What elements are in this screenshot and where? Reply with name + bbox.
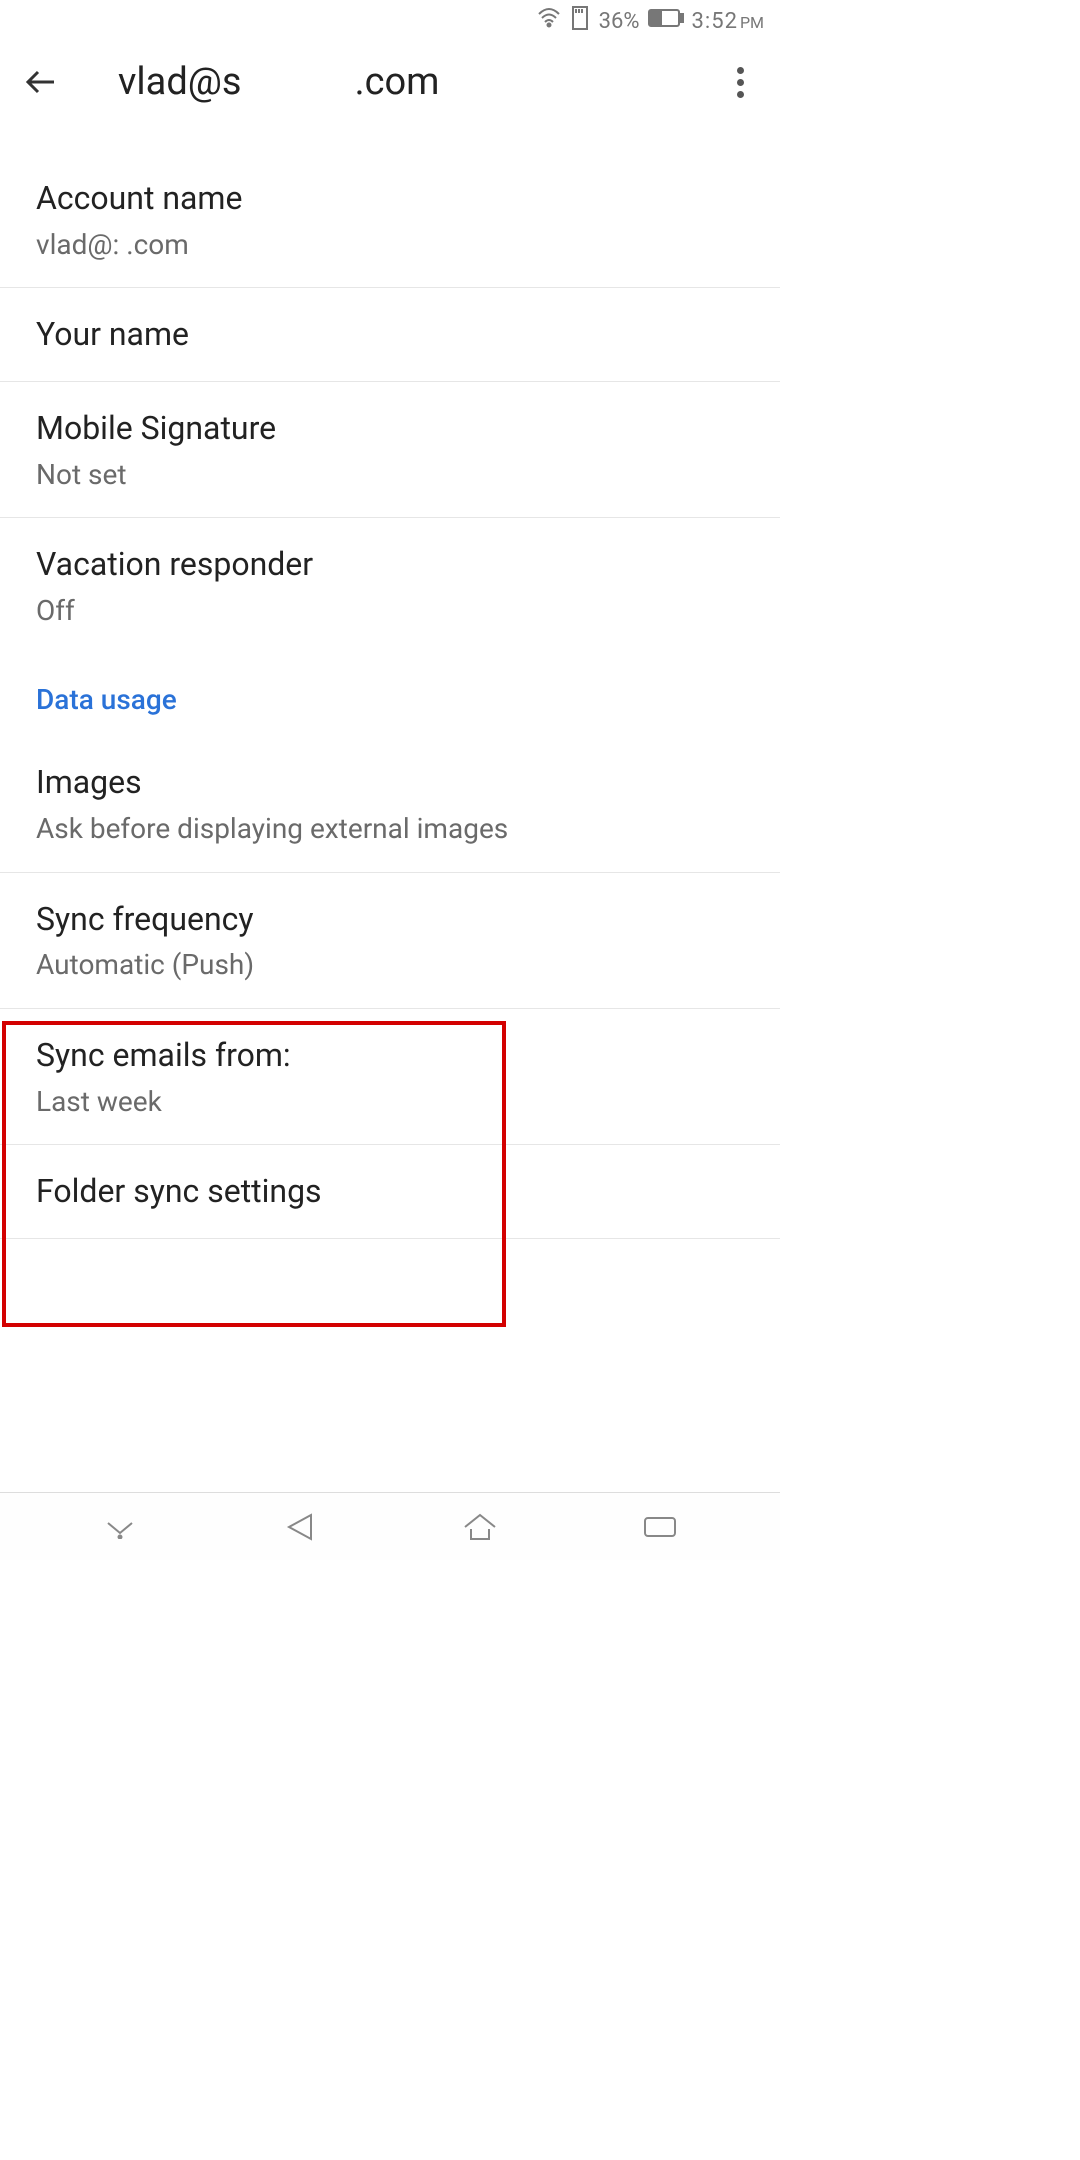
setting-value: Ask before displaying external images [36, 811, 744, 847]
sync-frequency-item[interactable]: Sync frequency Automatic (Push) [0, 873, 780, 1009]
more-menu-button[interactable] [722, 64, 758, 100]
nav-back-icon[interactable] [275, 1507, 325, 1547]
setting-title: Your name [36, 312, 744, 357]
back-button[interactable] [22, 64, 58, 100]
setting-title: Account name [36, 176, 744, 221]
setting-title: Mobile Signature [36, 406, 744, 451]
status-time: 3:52PM [692, 9, 764, 34]
setting-value: Last week [36, 1084, 744, 1120]
page-title: vlad@s .com [118, 60, 722, 104]
mobile-signature-item[interactable]: Mobile Signature Not set [0, 382, 780, 518]
setting-title: Sync frequency [36, 897, 744, 942]
folder-sync-settings-item[interactable]: Folder sync settings [0, 1145, 780, 1239]
nav-home-icon[interactable] [455, 1507, 505, 1547]
images-item[interactable]: Images Ask before displaying external im… [0, 736, 780, 872]
vacation-responder-item[interactable]: Vacation responder Off [0, 518, 780, 653]
sd-card-icon [569, 5, 591, 37]
setting-title: Vacation responder [36, 542, 744, 587]
wifi-icon [537, 6, 561, 36]
setting-value: Not set [36, 457, 744, 493]
setting-value: Off [36, 593, 744, 629]
settings-list: Account name vlad@: .com Your name Mobil… [0, 122, 780, 1239]
setting-value: vlad@: .com [36, 227, 744, 263]
account-name-item[interactable]: Account name vlad@: .com [0, 152, 780, 288]
setting-value: Automatic (Push) [36, 947, 744, 983]
setting-title: Images [36, 760, 744, 805]
setting-title: Folder sync settings [36, 1169, 744, 1214]
nav-recents-icon[interactable] [635, 1507, 685, 1547]
system-nav-bar [0, 1492, 780, 1560]
battery-percent: 36% [599, 9, 640, 34]
data-usage-header: Data usage [0, 653, 780, 736]
setting-title: Sync emails from: [36, 1033, 744, 1078]
app-header: vlad@s .com [0, 42, 780, 122]
battery-icon [648, 8, 684, 34]
your-name-item[interactable]: Your name [0, 288, 780, 382]
status-bar: 36% 3:52PM [0, 0, 780, 42]
sync-emails-from-item[interactable]: Sync emails from: Last week [0, 1009, 780, 1145]
nav-chevron-down-icon[interactable] [95, 1507, 145, 1547]
